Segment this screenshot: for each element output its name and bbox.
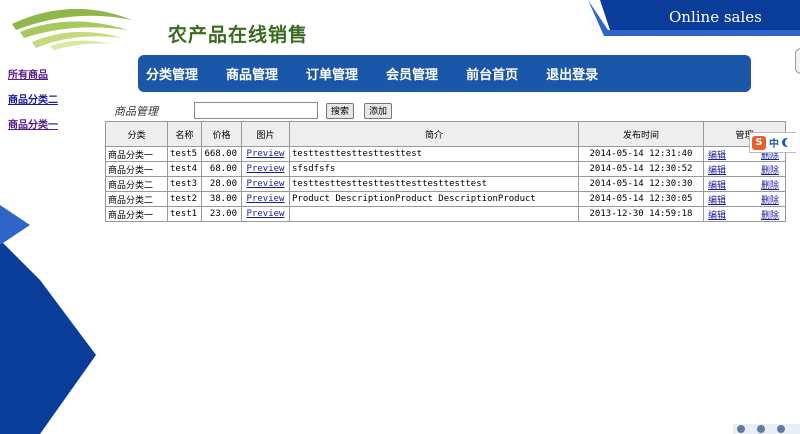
- cell-category: 商品分类一: [105, 161, 168, 177]
- cell-price: 23.00: [201, 206, 242, 222]
- edit-link[interactable]: 编辑: [708, 166, 726, 176]
- column-header: 图片: [241, 121, 290, 147]
- add-button[interactable]: 添加: [364, 102, 393, 119]
- online-sales-label: Online sales: [669, 8, 762, 26]
- edit-link[interactable]: 编辑: [708, 151, 726, 161]
- side-nav: 所有商品 商品分类二 商品分类一: [8, 66, 58, 141]
- delete-link[interactable]: 删除: [761, 163, 779, 176]
- cell-category: 商品分类一: [105, 146, 168, 162]
- cell-intro: testtesttesttesttesttesttesttesttest: [289, 176, 579, 192]
- table-row: 商品分类二 test3 28.00 Preview testtesttestte…: [105, 176, 786, 192]
- edit-link[interactable]: 编辑: [708, 196, 726, 206]
- tray-icon[interactable]: [777, 425, 785, 433]
- ime-language-toggle[interactable]: 中: [769, 135, 779, 150]
- column-header: 发布时间: [578, 121, 704, 147]
- cell-category: 商品分类二: [105, 191, 168, 207]
- search-input[interactable]: [194, 102, 318, 119]
- cell-intro: [289, 206, 579, 222]
- table-row: 商品分类二 test2 38.00 Preview Product Descri…: [105, 191, 786, 207]
- section-title: 商品管理: [114, 104, 158, 118]
- column-header: 价格: [201, 121, 242, 147]
- nav-category-management[interactable]: 分类管理: [146, 64, 198, 83]
- main-nav-bar: 分类管理 商品管理 订单管理 会员管理 前台首页 退出登录: [138, 55, 751, 92]
- preview-link[interactable]: Preview: [247, 194, 285, 204]
- cell-time: 2014-05-14 12:30:05: [578, 191, 704, 207]
- cell-time: 2014-05-14 12:30:52: [578, 161, 704, 177]
- cell-name: test4: [167, 161, 202, 177]
- tray-icon[interactable]: [737, 425, 745, 433]
- table-header-row: 分类 名称 价格 图片 简介 发布时间 管理: [105, 121, 786, 147]
- cell-intro: testtesttesttesttesttest: [289, 146, 579, 162]
- toolbar: 商品管理 搜索 添加: [114, 102, 402, 119]
- cell-name: test2: [167, 191, 202, 207]
- column-header: 分类: [105, 121, 168, 147]
- logo-icon: [12, 8, 132, 50]
- side-nav-category-two[interactable]: 商品分类二: [8, 91, 58, 106]
- cell-name: test1: [167, 206, 202, 222]
- nav-member-management[interactable]: 会员管理: [386, 64, 438, 83]
- search-button[interactable]: 搜索: [326, 102, 355, 119]
- nav-front-home[interactable]: 前台首页: [466, 64, 518, 83]
- delete-link[interactable]: 删除: [761, 208, 779, 221]
- column-header: 简介: [289, 121, 579, 147]
- nav-order-management[interactable]: 订单管理: [306, 64, 358, 83]
- table-row: 商品分类一 test5 668.00 Preview testtesttestt…: [105, 146, 786, 162]
- preview-link[interactable]: Preview: [247, 164, 285, 174]
- cell-time: 2013-12-30 14:59:18: [578, 206, 704, 222]
- delete-link[interactable]: 删除: [761, 178, 779, 191]
- cell-intro: Product DescriptionProduct DescriptionPr…: [289, 191, 579, 207]
- cell-time: 2014-05-14 12:30:30: [578, 176, 704, 192]
- side-nav-all-products[interactable]: 所有商品: [8, 66, 58, 81]
- cell-price: 38.00: [201, 191, 242, 207]
- side-nav-category-one[interactable]: 商品分类一: [8, 116, 58, 131]
- cell-time: 2014-05-14 12:31:40: [578, 146, 704, 162]
- ime-toolbar[interactable]: S 中: [749, 132, 796, 153]
- edit-link[interactable]: 编辑: [708, 181, 726, 191]
- cell-category: 商品分类一: [105, 206, 168, 222]
- cell-price: 668.00: [201, 146, 242, 162]
- product-table: 分类 名称 价格 图片 简介 发布时间 管理 商品分类一 test5 668.0…: [105, 121, 786, 222]
- cell-intro: sfsdfsfs: [289, 161, 579, 177]
- cell-name: test3: [167, 176, 202, 192]
- cell-price: 68.00: [201, 161, 242, 177]
- cell-name: test5: [167, 146, 202, 162]
- column-header: 名称: [167, 121, 202, 147]
- system-tray: [733, 424, 800, 434]
- delete-link[interactable]: 删除: [761, 193, 779, 206]
- sogou-logo-icon: S: [752, 135, 766, 150]
- edit-link[interactable]: 编辑: [708, 211, 726, 221]
- cell-price: 28.00: [201, 176, 242, 192]
- moon-icon: [785, 138, 794, 147]
- site-title: 农产品在线销售: [168, 24, 309, 46]
- preview-link[interactable]: Preview: [247, 179, 285, 189]
- tray-icon[interactable]: [757, 425, 765, 433]
- scroll-handle[interactable]: [795, 48, 800, 74]
- table-row: 商品分类一 test1 23.00 Preview 2013-12-30 14:…: [105, 206, 786, 222]
- nav-logout[interactable]: 退出登录: [546, 64, 598, 83]
- table-row: 商品分类一 test4 68.00 Preview sfsdfsfs 2014-…: [105, 161, 786, 177]
- cell-category: 商品分类二: [105, 176, 168, 192]
- preview-link[interactable]: Preview: [247, 209, 285, 219]
- preview-link[interactable]: Preview: [247, 149, 285, 159]
- nav-product-management[interactable]: 商品管理: [226, 64, 278, 83]
